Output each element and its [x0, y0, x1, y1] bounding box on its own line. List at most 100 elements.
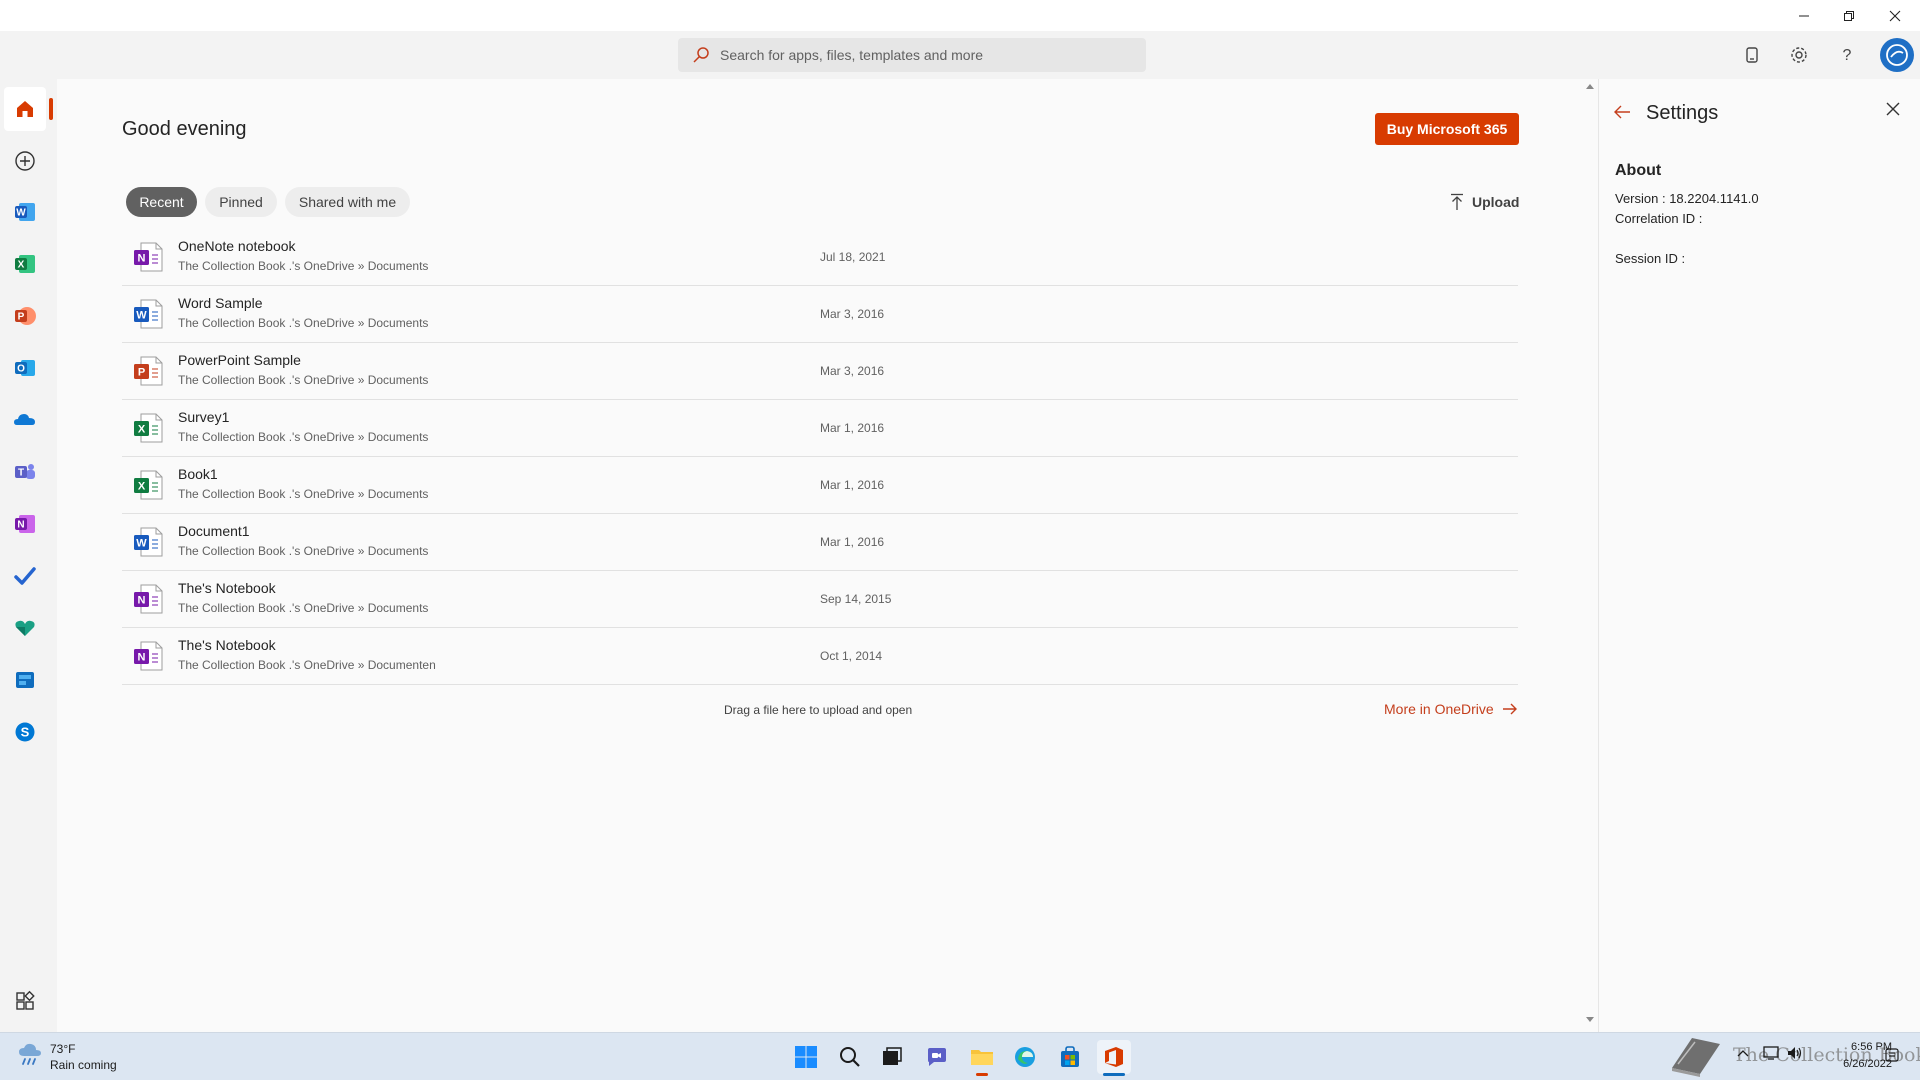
rail-item-family-safety[interactable]: [4, 606, 46, 650]
add-circle-icon: [15, 151, 35, 171]
svg-text:S: S: [21, 725, 30, 740]
taskbar-task-view-button[interactable]: [875, 1040, 909, 1074]
rail-item-onenote[interactable]: N: [4, 502, 46, 546]
file-path: The Collection Book .'s OneDrive » Docum…: [178, 316, 429, 330]
speaker-icon: [1788, 1047, 1802, 1059]
rail-item-all-apps[interactable]: [4, 979, 46, 1023]
greeting-heading: Good evening: [122, 118, 247, 140]
onenote-file-icon: N: [132, 583, 164, 615]
word-icon: W: [15, 203, 35, 221]
rail-item-home[interactable]: [4, 87, 46, 131]
svg-text:W: W: [136, 310, 147, 322]
file-row[interactable]: P PowerPoint Sample The Collection Book .'…: [122, 343, 1518, 400]
help-button[interactable]: ?: [1832, 40, 1862, 70]
minimize-icon: [1799, 15, 1809, 16]
upload-label: Upload: [1472, 194, 1520, 210]
file-row[interactable]: W Document1 The Collection Book .'s OneDri…: [122, 514, 1518, 571]
caret-down-icon: [1586, 1017, 1594, 1022]
file-row[interactable]: N The's Notebook The Collection Book .'s O…: [122, 571, 1518, 628]
powerpoint-icon: P: [15, 307, 36, 325]
file-path: The Collection Book .'s OneDrive » Docum…: [178, 544, 429, 558]
rail-item-create[interactable]: [4, 139, 46, 183]
scroll-up-button[interactable]: [1585, 82, 1595, 90]
close-icon: [1886, 102, 1900, 116]
rail-item-outlook[interactable]: O: [4, 346, 46, 390]
svg-text:X: X: [138, 481, 146, 493]
file-row[interactable]: N OneNote notebook The Collection Book .'s…: [122, 229, 1518, 286]
tray-time[interactable]: 6:56 PM: [1832, 1041, 1892, 1053]
svg-text:N: N: [138, 595, 146, 607]
weather-temperature: 73°F: [50, 1042, 76, 1056]
taskbar-store-button[interactable]: [1053, 1040, 1087, 1074]
excel-file-icon: X: [132, 469, 164, 501]
buy-microsoft-365-button[interactable]: Buy Microsoft 365: [1375, 113, 1519, 145]
tray-volume-button[interactable]: [1786, 1045, 1804, 1061]
tab-pinned[interactable]: Pinned: [205, 187, 277, 217]
rail-item-powerpoint[interactable]: P: [4, 294, 46, 338]
rail-item-word[interactable]: W: [4, 190, 46, 234]
chat-icon: [928, 1048, 946, 1066]
file-date: Sep 14, 2015: [820, 592, 892, 606]
weather-widget[interactable]: [16, 1040, 46, 1070]
file-row[interactable]: X Book1 The Collection Book .'s OneDrive »…: [122, 457, 1518, 514]
tab-recent[interactable]: Recent: [126, 187, 197, 217]
tray-date[interactable]: 6/26/2022: [1820, 1058, 1892, 1070]
tray-overflow-button[interactable]: [1736, 1048, 1750, 1058]
taskbar-file-explorer-button[interactable]: [965, 1040, 999, 1074]
scroll-down-button[interactable]: [1585, 1016, 1595, 1024]
weather-description: Rain coming: [50, 1058, 117, 1072]
outlook-icon: O: [15, 360, 35, 376]
word-file-icon: W: [132, 526, 164, 558]
file-date: Mar 3, 2016: [820, 307, 885, 321]
rail-item-onedrive[interactable]: [4, 398, 46, 442]
file-date: Mar 3, 2016: [820, 364, 885, 378]
restore-button[interactable]: [1826, 0, 1872, 31]
notification-button[interactable]: [1884, 1047, 1900, 1063]
rail-item-skype[interactable]: S: [4, 710, 46, 754]
rail-item-whiteboard[interactable]: [4, 658, 46, 702]
taskbar-edge-button[interactable]: [1008, 1040, 1042, 1074]
file-row[interactable]: X Survey1 The Collection Book .'s OneDrive…: [122, 400, 1518, 457]
onedrive-icon: [14, 414, 35, 425]
excel-file-icon: X: [132, 412, 164, 444]
file-path: The Collection Book .'s OneDrive » Docum…: [178, 487, 429, 501]
file-row[interactable]: W Word Sample The Collection Book .'s OneD…: [122, 286, 1518, 343]
excel-icon: X: [15, 255, 35, 273]
svg-text:X: X: [138, 424, 146, 436]
checkmark-icon: [14, 567, 36, 585]
settings-close-button[interactable]: [1886, 102, 1900, 116]
rail-active-indicator: [49, 98, 53, 120]
svg-text:N: N: [17, 520, 24, 531]
taskbar-office-button[interactable]: [1097, 1040, 1131, 1074]
svg-text:N: N: [138, 652, 146, 664]
rail-item-todo[interactable]: [4, 554, 46, 598]
more-in-onedrive-link[interactable]: More in OneDrive: [1384, 701, 1518, 717]
office-icon: [1105, 1047, 1123, 1067]
file-path: The Collection Book .'s OneDrive » Docum…: [178, 658, 436, 672]
tray-network-button[interactable]: [1762, 1045, 1780, 1061]
file-name: The's Notebook: [178, 637, 276, 653]
settings-button[interactable]: [1784, 40, 1814, 70]
file-path: The Collection Book .'s OneDrive » Docum…: [178, 259, 429, 273]
taskbar-search-button[interactable]: [833, 1040, 867, 1074]
account-avatar[interactable]: [1880, 38, 1914, 72]
close-icon: [1889, 10, 1901, 21]
tab-shared-with-me[interactable]: Shared with me: [285, 187, 410, 217]
search-icon: [840, 1047, 860, 1067]
upload-button[interactable]: Upload: [1450, 190, 1519, 214]
rail-item-teams[interactable]: T: [4, 450, 46, 494]
task-view-icon: [883, 1047, 902, 1065]
folder-icon: [971, 1050, 993, 1065]
minimize-button[interactable]: [1781, 0, 1827, 31]
windows-logo-icon: [795, 1046, 817, 1068]
file-row[interactable]: N The's Notebook The Collection Book .'s O…: [122, 628, 1518, 685]
settings-back-button[interactable]: [1613, 104, 1631, 120]
feedback-button[interactable]: [1737, 40, 1767, 70]
search-input[interactable]: Search for apps, files, templates and mo…: [678, 38, 1146, 72]
taskbar-start-button[interactable]: [789, 1040, 823, 1074]
file-name: Word Sample: [178, 295, 263, 311]
taskbar-chat-button[interactable]: [920, 1040, 954, 1074]
rail-item-excel[interactable]: X: [4, 242, 46, 286]
close-window-button[interactable]: [1872, 0, 1918, 31]
watermark-book-logo: [1668, 1034, 1722, 1078]
